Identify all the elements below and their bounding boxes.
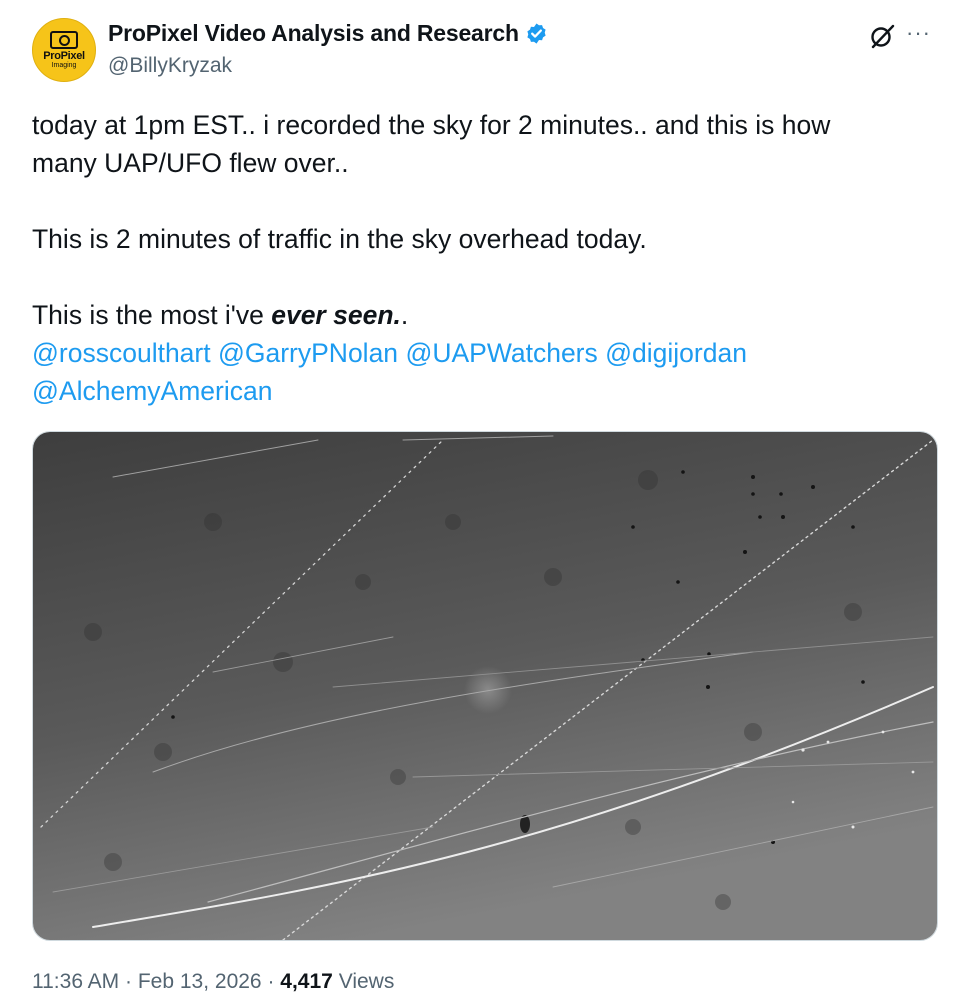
- verified-badge-icon: [527, 23, 546, 44]
- grok-icon[interactable]: [868, 22, 896, 50]
- tweet-time[interactable]: 11:36 AM: [32, 970, 119, 993]
- author-handle[interactable]: @BillyKryzak: [108, 54, 232, 78]
- views-label: Views: [338, 970, 395, 993]
- mention-link[interactable]: @digijordan: [605, 338, 747, 368]
- separator-dot: ·: [125, 970, 138, 993]
- author-display-name[interactable]: ProPixel Video Analysis and Research: [108, 20, 519, 47]
- mention-link[interactable]: @GarryPNolan: [218, 338, 398, 368]
- mention-link[interactable]: @rosscoulthart: [32, 338, 211, 368]
- sky-photo[interactable]: [32, 431, 938, 941]
- sky-photo-image: [33, 432, 937, 940]
- tweet-text: today at 1pm EST.. i recorded the sky fo…: [32, 106, 912, 410]
- tweet-line-prefix: This is the most i've: [32, 300, 272, 330]
- mentions-line: @rosscoulthart @GarryPNolan @UAPWatchers…: [32, 334, 912, 372]
- more-options-icon[interactable]: ···: [906, 20, 931, 46]
- tweet-line-suffix: .: [400, 300, 409, 330]
- emphasis-text: ever seen.: [271, 300, 401, 330]
- tweet-line: today at 1pm EST.. i recorded the sky fo…: [32, 110, 831, 140]
- tweet-date[interactable]: Feb 13, 2026: [138, 970, 262, 993]
- camera-icon: [50, 30, 78, 49]
- tweet-meta: 11:36 AM · Feb 13, 2026 · 4,417 Views: [32, 970, 394, 994]
- views-count: 4,417: [280, 970, 333, 993]
- tweet-line: This is the most i've ever seen..: [32, 296, 912, 334]
- mention-link[interactable]: @UAPWatchers: [405, 338, 597, 368]
- avatar-brand: ProPixel: [43, 49, 85, 62]
- mention-link[interactable]: @AlchemyAmerican: [32, 376, 272, 406]
- avatar-sub: Imaging: [51, 61, 77, 69]
- author-name-row[interactable]: ProPixel Video Analysis and Research: [108, 20, 548, 47]
- separator-dot: ·: [267, 970, 281, 993]
- tweet-line: many UAP/UFO flew over..: [32, 148, 349, 178]
- tweet-line: This is 2 minutes of traffic in the sky …: [32, 224, 647, 254]
- avatar[interactable]: ProPixel Imaging: [32, 18, 96, 82]
- mentions-line: @AlchemyAmerican: [32, 372, 912, 410]
